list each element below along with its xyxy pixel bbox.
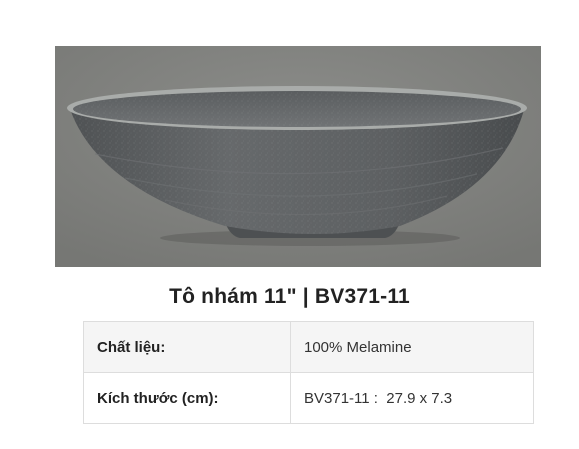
- spec-table: Chất liệu: 100% Melamine Kích thước (cm)…: [83, 321, 534, 424]
- spec-label: Chất liệu:: [83, 321, 291, 373]
- spec-label: Kích thước (cm):: [83, 372, 291, 424]
- spec-value: BV371-11 : 27.9 x 7.3: [290, 372, 534, 424]
- product-image: [55, 46, 541, 267]
- product-title: Tô nhám 11" | BV371-11: [169, 285, 410, 308]
- bowl-illustration: [55, 46, 541, 267]
- spec-row-material: Chất liệu: 100% Melamine: [83, 321, 534, 373]
- spec-value: 100% Melamine: [290, 321, 534, 373]
- spec-row-dimensions: Kích thước (cm): BV371-11 : 27.9 x 7.3: [83, 372, 534, 424]
